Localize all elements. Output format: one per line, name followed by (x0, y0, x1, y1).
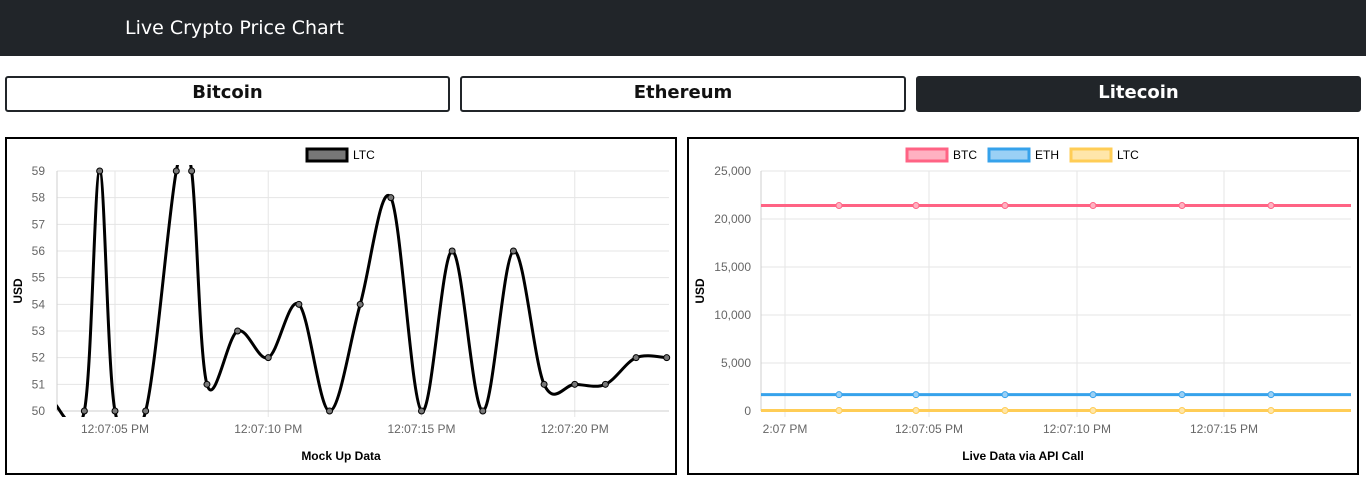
y-tick-label: 56 (32, 244, 46, 258)
x-axis-title: Live Data via API Call (962, 449, 1084, 463)
x-tick-label: 12:07:15 PM (387, 422, 455, 436)
btc-data-point (1001, 202, 1009, 210)
ltc-data-point (1001, 407, 1009, 415)
eth-data-point (1001, 391, 1009, 399)
btc-data-point (1267, 202, 1275, 210)
ethereum-button[interactable]: Ethereum (460, 76, 906, 112)
y-tick-label: 53 (32, 324, 46, 338)
live-price-chart: BTC ETH LTC 25,000 20,000 15,000 10,000 5,000 0 2… (687, 137, 1359, 475)
legend-swatch-btc (905, 147, 949, 163)
ltc-data-point (142, 407, 150, 415)
eth-data-point (835, 391, 843, 399)
x-axis-title: Mock Up Data (301, 449, 381, 463)
mock-price-chart-svg: LTC 59 58 57 56 55 54 53 52 51 50 12:07:05 PM 12:07:… (11, 147, 671, 463)
ltc-data-point (912, 407, 920, 415)
ltc-data-point (663, 354, 671, 362)
litecoin-button[interactable]: Litecoin (916, 76, 1361, 112)
ltc-data-point (295, 300, 303, 308)
mock-price-chart: LTC 59 58 57 56 55 54 53 52 51 50 12:07:05 PM 12:07:… (5, 137, 677, 475)
y-tick-label: 20,000 (714, 212, 751, 226)
ltc-data-point (1178, 407, 1186, 415)
legend-swatch-ltc (1069, 147, 1113, 163)
y-tick-label: 58 (32, 191, 46, 205)
btc-data-point (1089, 202, 1097, 210)
ltc-data-point (509, 247, 517, 255)
y-axis-title: USD (11, 278, 25, 304)
x-tick-label: 12:07:05 PM (81, 422, 149, 436)
navbar-brand[interactable]: Live Crypto Price Chart (125, 17, 344, 39)
live-price-chart-svg: BTC ETH LTC 25,000 20,000 15,000 10,000 5,000 02… (693, 147, 1351, 463)
ltc-data-point (387, 194, 395, 202)
ltc-data-point (203, 380, 211, 388)
btc-data-point (912, 202, 920, 210)
eth-data-point (912, 391, 920, 399)
ltc-data-point (1089, 407, 1097, 415)
y-tick-label: 59 (32, 164, 46, 178)
ltc-data-point (264, 354, 272, 362)
y-axis-title: USD (693, 278, 707, 304)
ltc-data-point (479, 407, 487, 415)
eth-data-point (1178, 391, 1186, 399)
legend-label-btc: BTC (953, 148, 977, 162)
ltc-data-point (601, 380, 609, 388)
y-tick-label: 57 (32, 217, 46, 231)
y-tick-label: 25,000 (714, 164, 751, 178)
ltc-data-point (356, 300, 364, 308)
ltc-data-point (632, 354, 640, 362)
legend-swatch-ltc (305, 147, 349, 163)
x-tick-label: 12:07:10 PM (1043, 422, 1111, 436)
x-tick-label: 12:07:20 PM (541, 422, 609, 436)
ltc-data-point (96, 167, 104, 175)
y-tick-label: 50 (32, 404, 46, 418)
btc-data-point (1178, 202, 1186, 210)
y-tick-label: 54 (32, 297, 46, 311)
ltc-data-point (448, 247, 456, 255)
x-tick-label: 12:07:05 PM (895, 422, 963, 436)
y-tick-label: 15,000 (714, 260, 751, 274)
ltc-data-point (111, 407, 119, 415)
y-tick-label: 51 (32, 377, 46, 391)
btc-data-point (835, 202, 843, 210)
bitcoin-button[interactable]: Bitcoin (5, 76, 450, 112)
ltc-data-point (1267, 407, 1275, 415)
y-tick-label: 55 (32, 271, 46, 285)
ltc-data-point (540, 380, 548, 388)
ltc-data-point (172, 167, 180, 175)
eth-data-point (1089, 391, 1097, 399)
ltc-data-point (571, 380, 579, 388)
navbar: Live Crypto Price Chart (0, 0, 1366, 56)
ltc-data-point (234, 327, 242, 335)
y-tick-label: 10,000 (714, 308, 751, 322)
legend-swatch-eth (987, 147, 1031, 163)
ltc-data-point (418, 407, 425, 415)
x-tick-label: 2:07 PM (763, 422, 808, 436)
eth-data-point (1267, 391, 1275, 399)
legend-label-eth: ETH (1035, 148, 1059, 162)
y-tick-label: 52 (32, 351, 46, 365)
ltc-data-point (80, 407, 88, 415)
legend-label-ltc: LTC (1117, 148, 1139, 162)
x-tick-label: 12:07:10 PM (234, 422, 302, 436)
y-tick-label: 5,000 (721, 356, 751, 370)
ltc-data-point (188, 167, 196, 175)
ltc-data-point (326, 407, 334, 415)
y-tick-label: 0 (744, 404, 751, 418)
x-tick-label: 12:07:15 PM (1190, 422, 1258, 436)
ltc-data-point (835, 407, 843, 415)
legend-label-ltc: LTC (353, 148, 375, 162)
